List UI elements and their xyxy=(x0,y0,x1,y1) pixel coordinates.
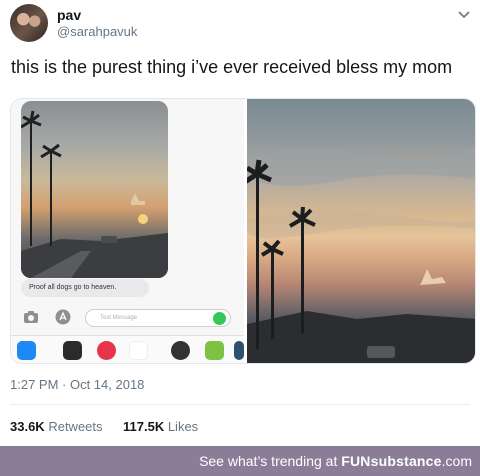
user-handle[interactable]: @sarahpavuk xyxy=(57,24,137,39)
watermark-text[interactable]: See what’s trending at FUNsubstance.com xyxy=(199,453,472,469)
tweet-text: this is the purest thing i’ve ever recei… xyxy=(11,57,453,77)
watermark-domain: .com xyxy=(441,453,472,469)
site-watermark-bar: See what’s trending at FUNsubstance.com xyxy=(0,446,480,476)
tweet-timestamp[interactable]: 1:27 PM · Oct 14, 2018 xyxy=(10,377,144,392)
face-sticker-icon[interactable] xyxy=(205,341,224,360)
likes-stat[interactable]: 117.5K Likes xyxy=(123,419,198,434)
music-icon[interactable] xyxy=(129,341,148,360)
likes-label: Likes xyxy=(167,419,199,434)
penguin-sticker-icon[interactable] xyxy=(171,341,190,360)
chevron-down-icon[interactable] xyxy=(456,8,472,22)
message-input[interactable]: Text Message xyxy=(85,309,231,327)
imessage-screenshot: Proof all dogs go to heaven. Text Messag… xyxy=(11,99,244,363)
retweets-stat[interactable]: 33.6K Retweets xyxy=(10,419,103,434)
app-store-icon[interactable] xyxy=(55,309,71,325)
app-drawer xyxy=(11,335,244,363)
heart-app-icon[interactable] xyxy=(63,341,82,360)
likes-count: 117.5K xyxy=(123,419,165,434)
search-globe-icon[interactable] xyxy=(97,341,116,360)
watermark-lead: See what’s trending at xyxy=(199,453,342,469)
sunset-photo xyxy=(247,99,475,363)
avatar[interactable] xyxy=(10,4,48,42)
tweet-card: pav @sarahpavuk this is the purest thing… xyxy=(0,0,480,446)
send-button[interactable] xyxy=(213,312,226,325)
tweet-media[interactable]: Proof all dogs go to heaven. Text Messag… xyxy=(10,98,476,364)
watermark-brand: FUNsubstance xyxy=(341,453,442,469)
camera-icon[interactable] xyxy=(23,310,39,324)
message-bubble: Proof all dogs go to heaven. xyxy=(21,279,149,297)
app-store-icon[interactable] xyxy=(17,341,36,360)
divider xyxy=(10,404,470,405)
retweets-label: Retweets xyxy=(48,419,103,434)
display-name[interactable]: pav xyxy=(57,7,81,23)
sent-photo-thumbnail xyxy=(21,101,168,278)
compose-bar: Text Message xyxy=(11,307,244,329)
t-app-icon[interactable] xyxy=(234,341,244,360)
message-input-placeholder: Text Message xyxy=(100,315,138,321)
retweets-count: 33.6K xyxy=(10,419,45,434)
